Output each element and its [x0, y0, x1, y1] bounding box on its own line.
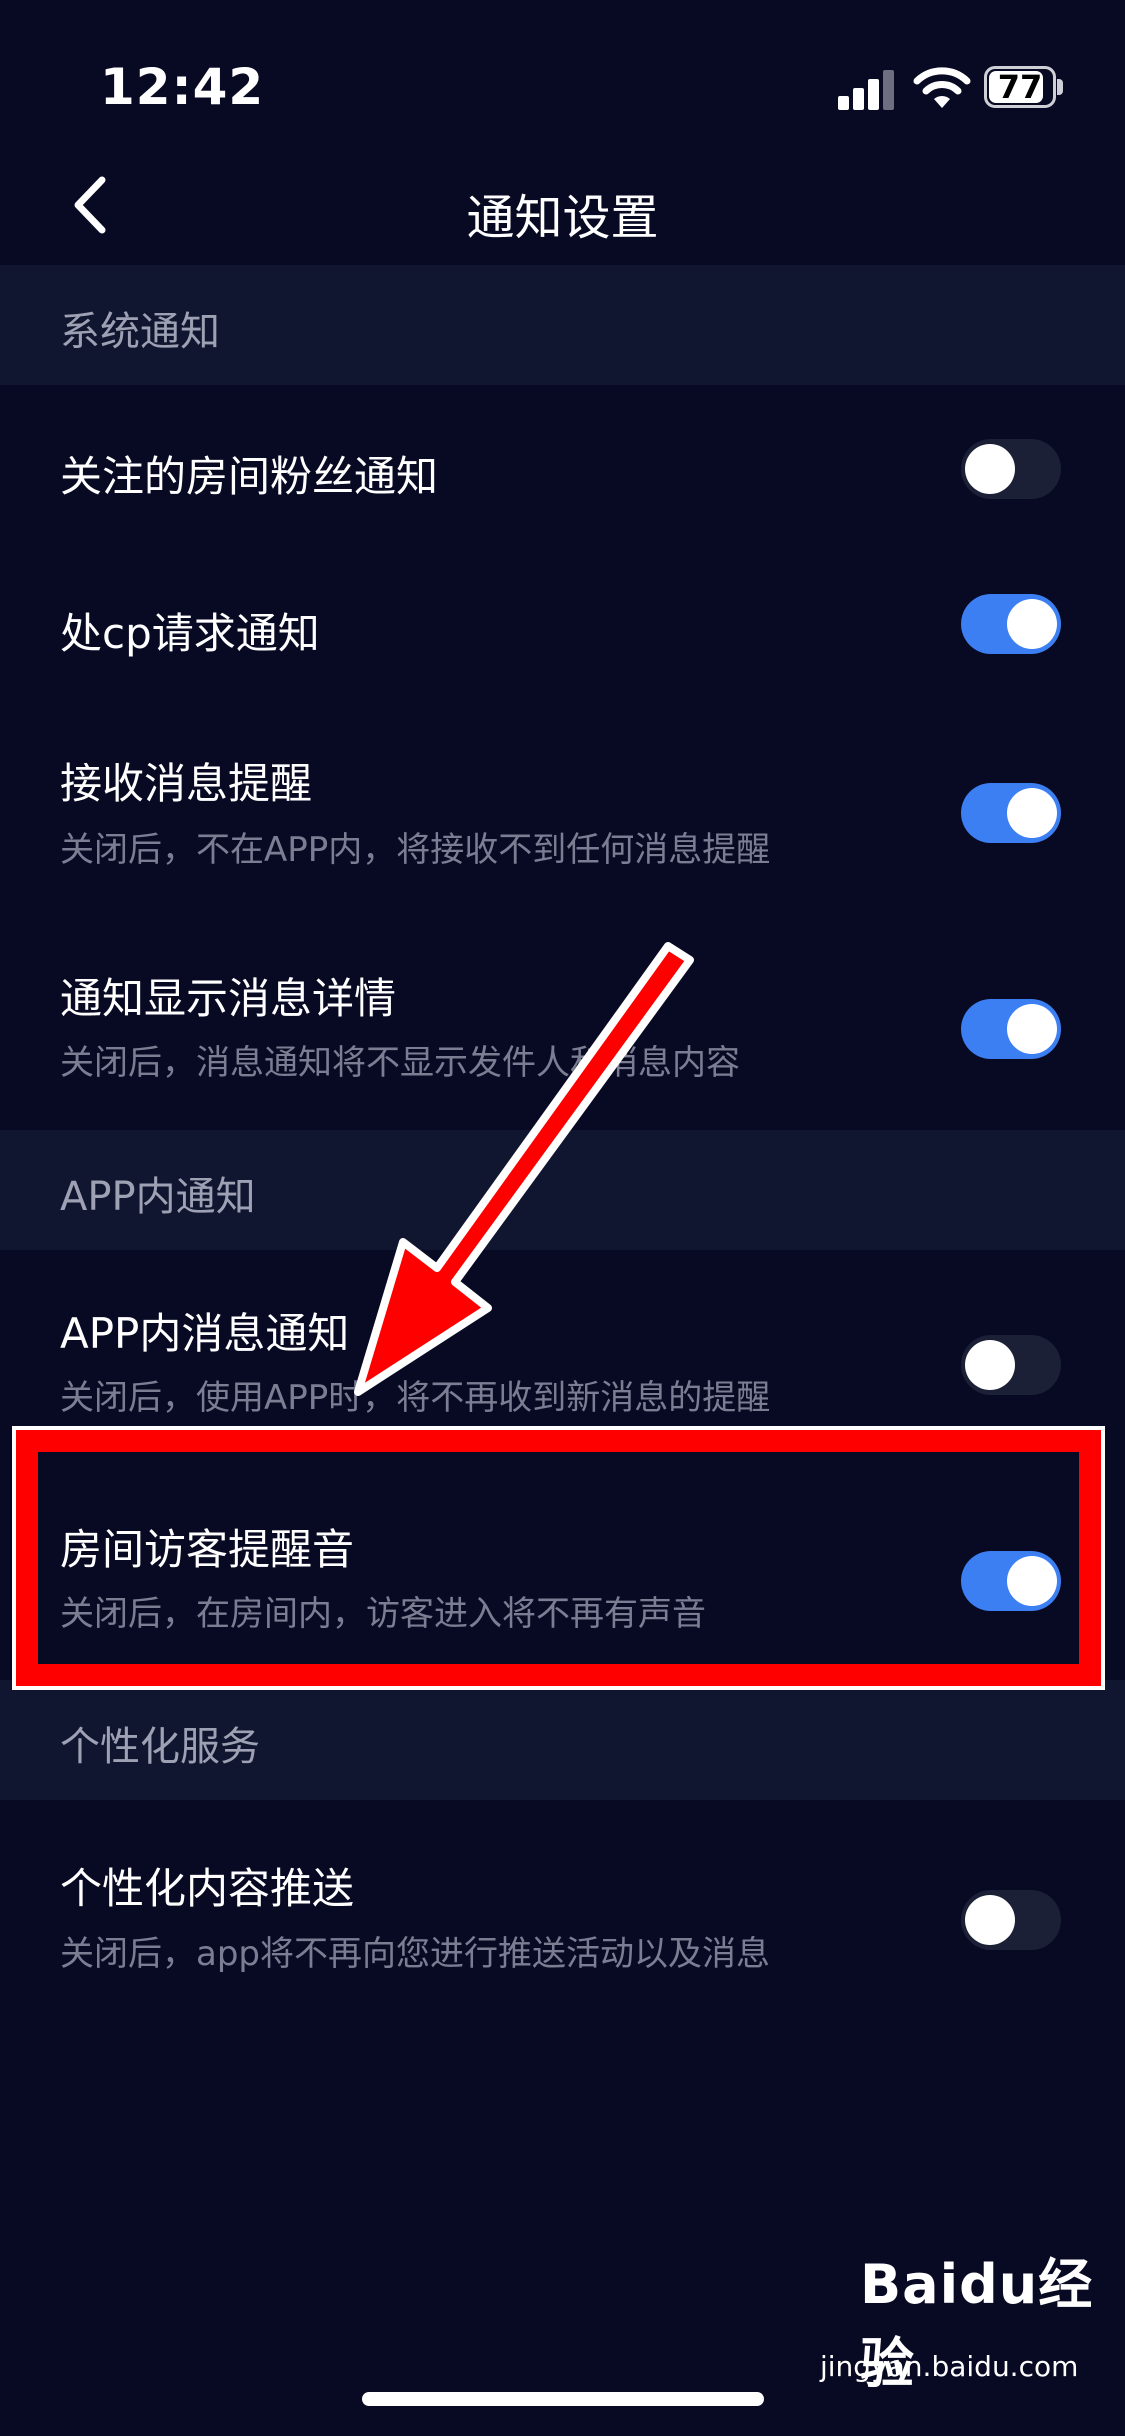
wifi-icon: [913, 67, 971, 108]
toggle-knob: [965, 1895, 1015, 1945]
toggle-knob: [1007, 599, 1057, 649]
setting-row-receive-message-alert: 接收消息提醒 关闭后，不在APP内，将接收不到任何消息提醒: [0, 700, 1125, 910]
setting-title: 处cp请求通知: [60, 609, 320, 658]
baidu-watermark: Baidu经验 jingyan.baidu.com: [820, 2240, 1120, 2410]
setting-title: APP内消息通知: [60, 1309, 350, 1358]
section-title: 系统通知: [60, 309, 220, 355]
toggle-receive-message-alert[interactable]: [961, 783, 1061, 843]
setting-description: 关闭后，使用APP时，将不再收到新消息的提醒: [60, 1378, 771, 1418]
toggle-show-message-details[interactable]: [961, 999, 1061, 1059]
section-title: 个性化服务: [60, 1724, 260, 1770]
toggle-knob: [965, 444, 1015, 494]
toggle-in-app-message[interactable]: [961, 1335, 1061, 1395]
nav-bar: 通知设置: [0, 150, 1125, 265]
setting-description: 关闭后，不在APP内，将接收不到任何消息提醒: [60, 830, 771, 870]
toggle-cp-request[interactable]: [961, 594, 1061, 654]
cellular-signal-icon: [838, 70, 896, 110]
page-title: 通知设置: [466, 190, 659, 246]
setting-description: 关闭后，消息通知将不显示发件人和消息内容: [60, 1043, 740, 1083]
setting-row-cp-request: 处cp请求通知: [0, 550, 1125, 700]
setting-title: 个性化内容推送: [60, 1864, 355, 1913]
battery-icon: 77: [984, 66, 1064, 108]
status-time: 12:42: [100, 58, 265, 116]
annotation-highlight-box: [12, 1426, 1105, 1690]
setting-title: 接收消息提醒: [60, 759, 313, 808]
toggle-follow-room-fans[interactable]: [961, 439, 1061, 499]
toggle-knob: [965, 1340, 1015, 1390]
setting-description: 关闭后，app将不再向您进行推送活动以及消息: [60, 1934, 770, 1974]
setting-row-in-app-message: APP内消息通知 关闭后，使用APP时，将不再收到新消息的提醒: [0, 1250, 1125, 1450]
setting-row-personalized-push: 个性化内容推送 关闭后，app将不再向您进行推送活动以及消息: [0, 1800, 1125, 2000]
battery-level: 77: [997, 68, 1043, 106]
toggle-knob: [1007, 1004, 1057, 1054]
setting-row-follow-room-fans: 关注的房间粉丝通知: [0, 385, 1125, 550]
section-header-system: 系统通知: [0, 265, 1125, 385]
section-header-personalization: 个性化服务: [0, 1680, 1125, 1800]
toggle-personalized-push[interactable]: [961, 1890, 1061, 1950]
setting-title: 关注的房间粉丝通知: [60, 452, 439, 501]
watermark-url: jingyan.baidu.com: [820, 2350, 1079, 2383]
section-header-in-app: APP内通知: [0, 1130, 1125, 1250]
setting-row-show-message-details: 通知显示消息详情 关闭后，消息通知将不显示发件人和消息内容: [0, 910, 1125, 1130]
toggle-knob: [1007, 788, 1057, 838]
home-indicator[interactable]: [362, 2392, 764, 2406]
setting-title: 通知显示消息详情: [60, 974, 397, 1023]
section-title: APP内通知: [60, 1174, 256, 1220]
status-bar: 12:42 77: [0, 0, 1125, 150]
